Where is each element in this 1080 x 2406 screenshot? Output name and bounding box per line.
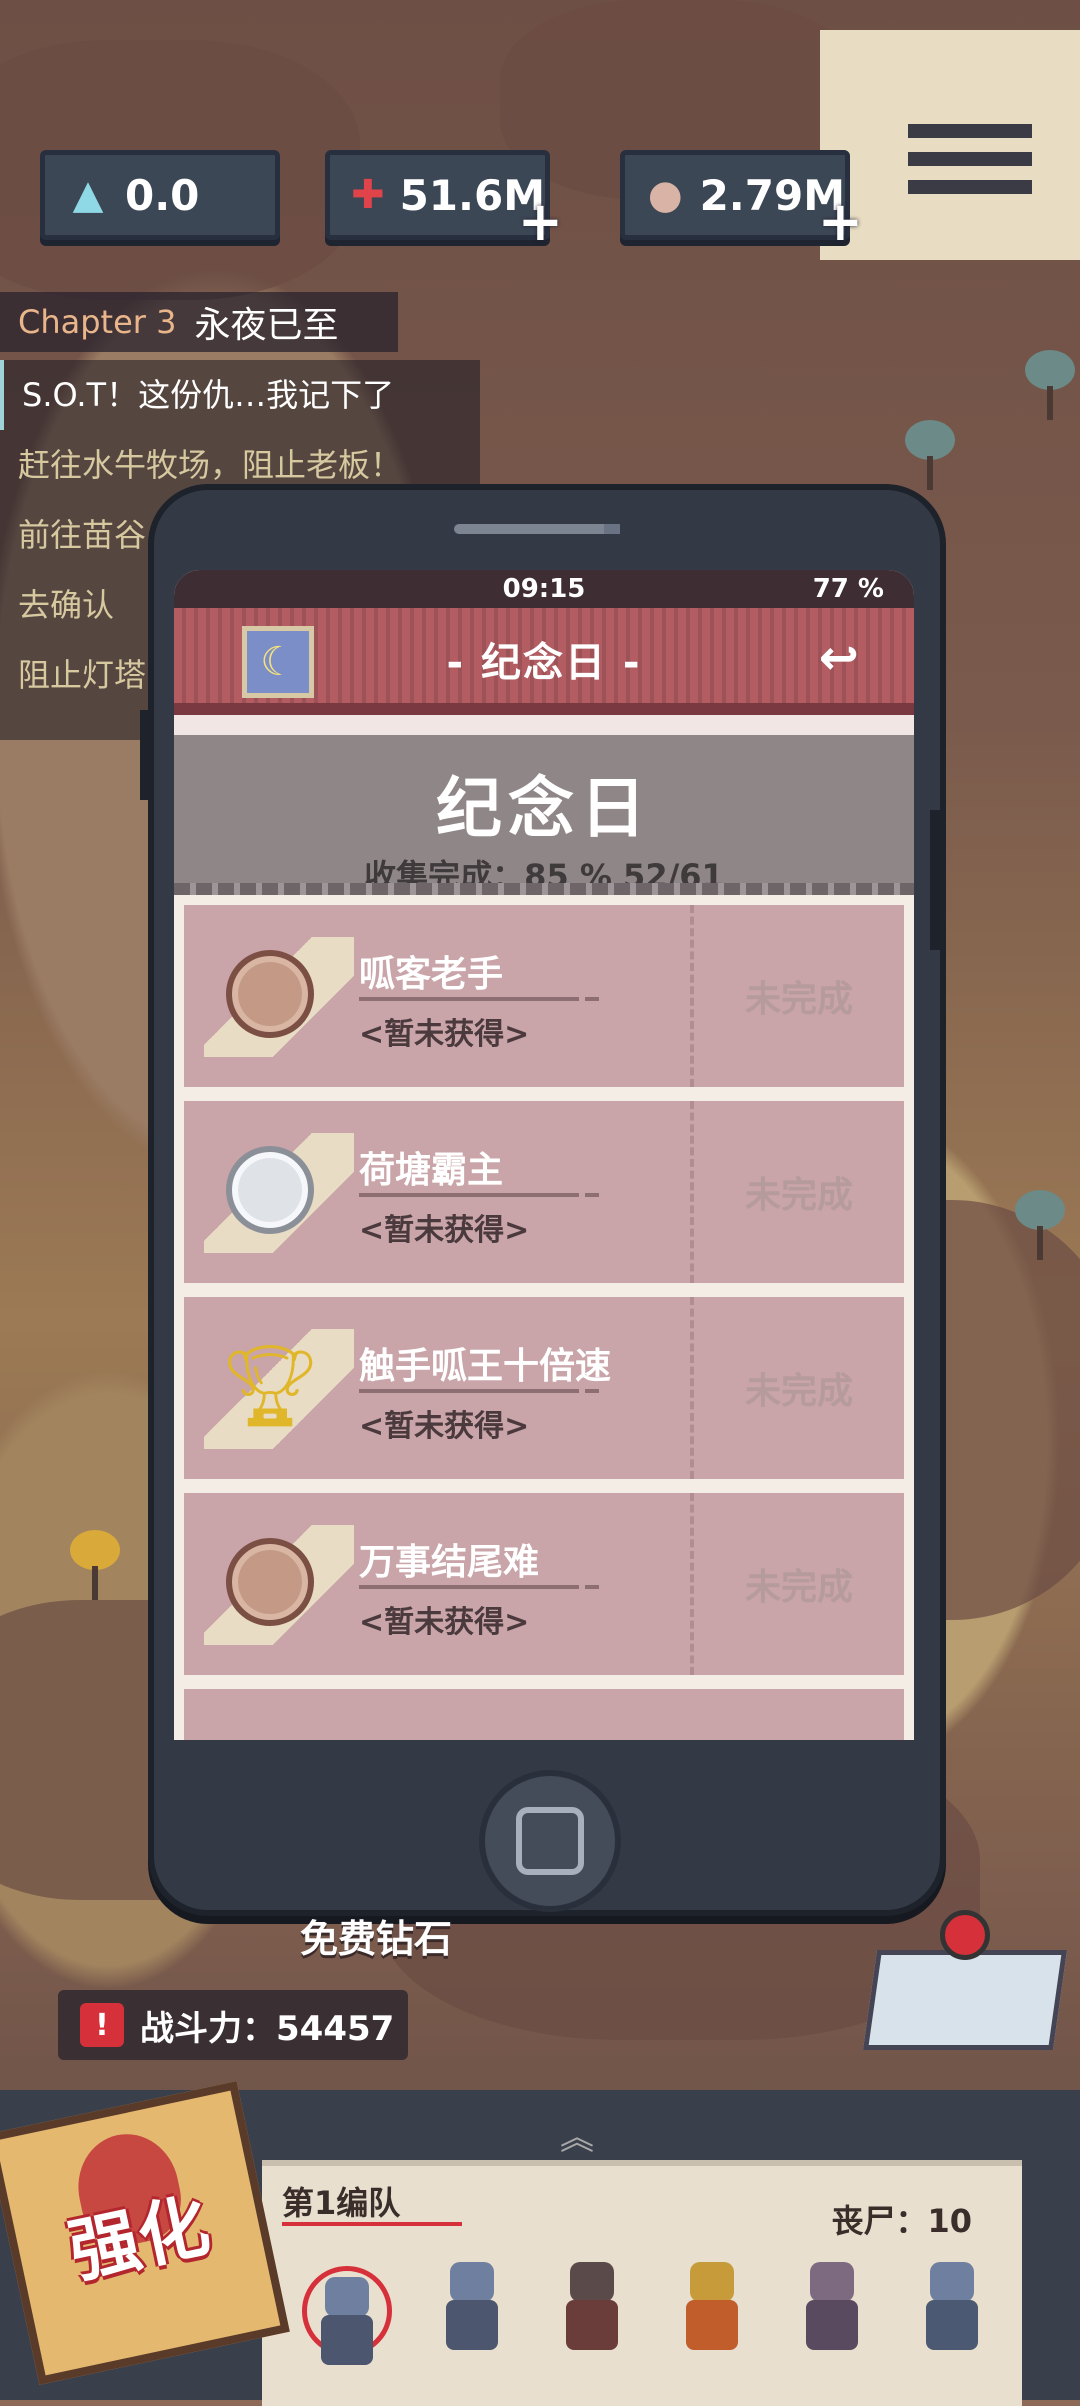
achievement-status: <暂未获得>: [359, 1605, 530, 1640]
bronze-medal-icon: [220, 1527, 320, 1637]
bronze-medal-icon: [220, 939, 320, 1049]
status-bar: 09:15 77 %: [174, 570, 914, 608]
dashed-divider: [174, 883, 914, 895]
map-icon: [862, 1950, 1068, 2050]
free-diamond-label[interactable]: 免费钻石: [300, 1908, 452, 1963]
map-button[interactable]: [862, 1900, 1068, 2050]
achievement-card[interactable]: 🏆︎ 触手呱王十倍速 <暂未获得> 未完成: [184, 1297, 904, 1479]
divider: [282, 2222, 462, 2226]
crystal-resource: ▲ 0.0: [40, 150, 280, 240]
zombie-roster: [302, 2256, 992, 2365]
back-button[interactable]: ↩: [819, 630, 859, 686]
achievement-name: 呱客老手: [359, 954, 504, 995]
zombie-unit[interactable]: [672, 2256, 752, 2356]
zombie-count: 丧尸：10: [831, 2202, 972, 2240]
achievement-state: 未完成: [744, 1175, 853, 1216]
achievement-card[interactable]: 万事结尾难 <暂未获得> 未完成: [184, 1493, 904, 1675]
phone-camera: [604, 524, 620, 534]
achievement-state: 未完成: [744, 979, 853, 1020]
page-title: 纪念日: [436, 770, 652, 847]
divider: [174, 715, 914, 735]
phone-speaker: [454, 524, 614, 534]
achievement-card-partial[interactable]: [184, 1689, 904, 1740]
warning-icon: !: [80, 2003, 124, 2047]
battery-level: 77 %: [812, 574, 884, 604]
achievement-name: 荷塘霸主: [359, 1150, 504, 1191]
achievement-status: <暂未获得>: [359, 1213, 530, 1248]
achievement-state: 未完成: [744, 1567, 853, 1608]
chevron-up-icon[interactable]: ︽: [560, 2110, 594, 2159]
chapter-number: Chapter 3: [18, 303, 177, 341]
trophy-icon: 🏆︎: [219, 1339, 321, 1432]
divider: [359, 1193, 599, 1197]
zombie-unit[interactable]: [432, 2256, 512, 2356]
zombie-unit[interactable]: [912, 2256, 992, 2356]
achievement-info: 荷塘霸主 <暂未获得>: [184, 1101, 694, 1283]
clock: 09:15: [502, 574, 586, 604]
achievement-card[interactable]: 呱客老手 <暂未获得> 未完成: [184, 905, 904, 1087]
quest-item[interactable]: S.O.T！这份仇…我记下了: [0, 360, 480, 430]
home-button[interactable]: [479, 1770, 621, 1912]
main-menu-button[interactable]: [900, 110, 1040, 240]
phone-side-button: [140, 710, 150, 800]
zombie-unit[interactable]: [552, 2256, 632, 2356]
achievement-info: 🏆︎ 触手呱王十倍速 <暂未获得>: [184, 1297, 694, 1479]
combat-power-value: 战斗力：54457: [140, 2008, 395, 2049]
achievement-status: <暂未获得>: [359, 1017, 530, 1052]
crystal-icon: ▲: [72, 172, 104, 218]
app-title-bar: ☾ - 纪念日 - ↩: [174, 608, 914, 715]
achievement-info: 呱客老手 <暂未获得>: [184, 905, 694, 1087]
chapter-name: 永夜已至: [194, 305, 339, 346]
crystal-value: 0.0: [125, 170, 200, 220]
phone-screen: 09:15 77 % ☾ - 纪念日 - ↩ 纪念日 收集完成：85 % 52/…: [174, 570, 914, 1740]
achievement-name: 触手呱王十倍速: [359, 1346, 612, 1387]
brain-resource: ● 2.79M +: [620, 150, 863, 253]
add-dna-button[interactable]: +: [518, 190, 563, 253]
achievement-state: 未完成: [744, 1371, 853, 1412]
chapter-banner[interactable]: Chapter 3 永夜已至: [0, 292, 398, 352]
combat-power: ! 战斗力：54457: [58, 1990, 408, 2060]
zombie-unit[interactable]: [302, 2266, 392, 2365]
app-title: - 纪念日 -: [446, 640, 642, 686]
brain-icon: ●: [647, 172, 683, 218]
achievement-status: <暂未获得>: [359, 1409, 530, 1444]
location-pin-icon: [940, 1910, 990, 1960]
divider: [359, 997, 599, 1001]
achievement-list: 呱客老手 <暂未获得> 未完成 荷塘霸主 <暂未获得> 未完成 🏆︎ 触手呱王十…: [174, 895, 914, 1740]
dna-resource: ✚ 51.6M +: [325, 150, 563, 253]
hamburger-icon: [908, 124, 1032, 138]
dna-icon: ✚: [351, 172, 385, 218]
home-square-icon: [516, 1807, 584, 1875]
phone-side-button: [930, 810, 940, 950]
squad-label: 第1编队: [282, 2184, 401, 2222]
add-brain-button[interactable]: +: [818, 190, 863, 253]
collection-header: 纪念日 收集完成：85 % 52/61: [174, 735, 914, 895]
divider: [359, 1389, 599, 1393]
achievement-name: 万事结尾难: [359, 1542, 540, 1583]
achievement-card[interactable]: 荷塘霸主 <暂未获得> 未完成: [184, 1101, 904, 1283]
strengthen-button[interactable]: 强化: [0, 2081, 290, 2385]
divider: [359, 1585, 599, 1589]
achievement-info: 万事结尾难 <暂未获得>: [184, 1493, 694, 1675]
silver-medal-icon: [220, 1135, 320, 1245]
squad-panel: 第1编队 丧尸：10: [262, 2160, 1022, 2406]
phone-frame: 09:15 77 % ☾ - 纪念日 - ↩ 纪念日 收集完成：85 % 52/…: [140, 484, 946, 1916]
zombie-unit[interactable]: [792, 2256, 872, 2356]
